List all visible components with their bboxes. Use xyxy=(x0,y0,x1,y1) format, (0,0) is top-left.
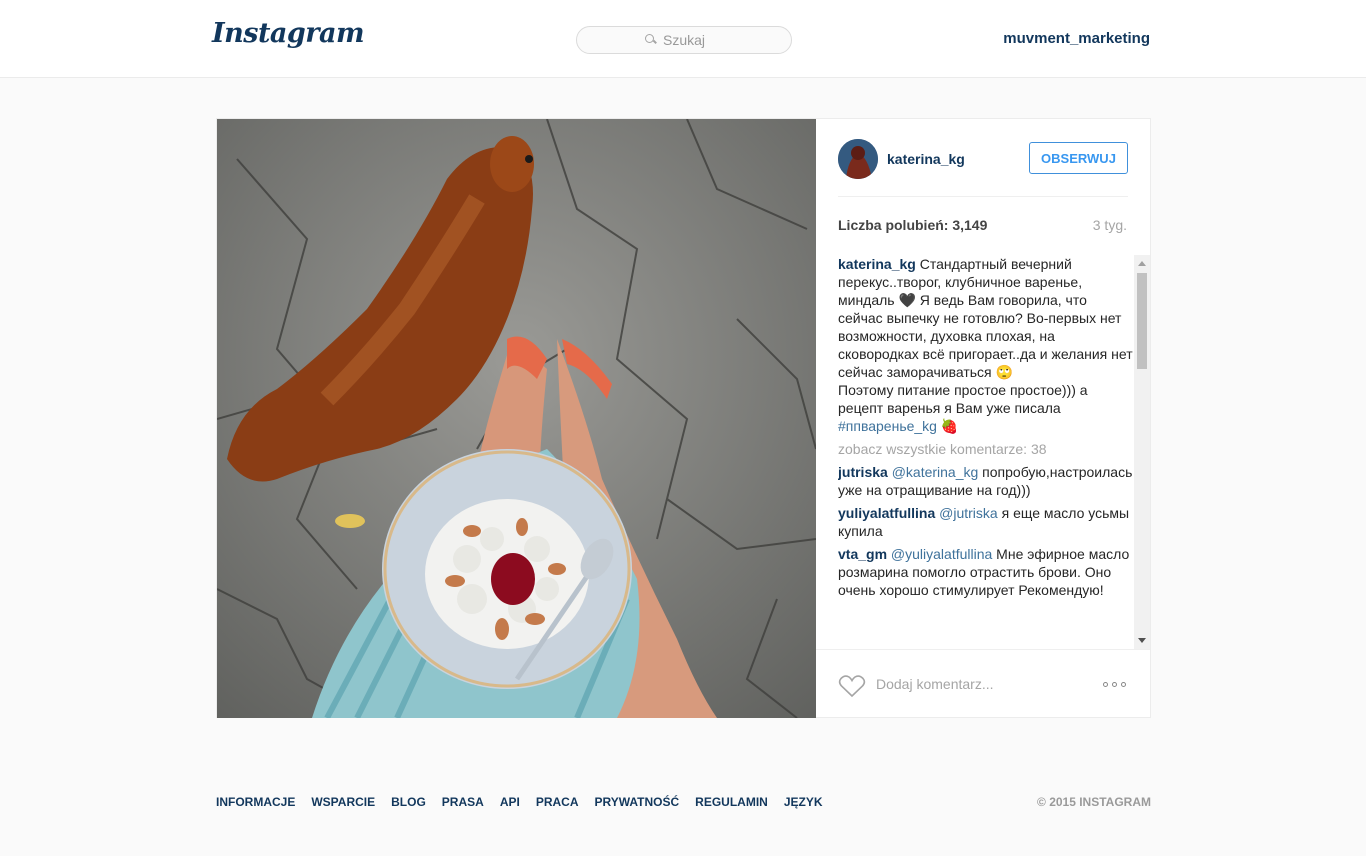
top-bar: Instagram muvment_marketing xyxy=(0,0,1366,78)
footer-link-jezyk[interactable]: JĘZYK xyxy=(784,795,823,809)
scroll-down-icon[interactable] xyxy=(1138,638,1146,643)
heart-icon[interactable] xyxy=(838,674,866,698)
search-input[interactable] xyxy=(663,32,723,48)
add-comment-input[interactable] xyxy=(876,672,1056,696)
owner-username[interactable]: katerina_kg xyxy=(887,151,965,167)
caption-emoji: 🍓 xyxy=(936,418,959,434)
comment-mention[interactable]: @katerina_kg xyxy=(892,464,979,480)
footer-link-regulamin[interactable]: REGULAMIN xyxy=(695,795,768,809)
post-time[interactable]: 3 tyg. xyxy=(1093,217,1127,233)
likes-count[interactable]: Liczba polubień: 3,149 xyxy=(838,217,987,233)
comment-username[interactable]: yuliyalatfullina xyxy=(838,505,935,521)
search-icon xyxy=(645,34,657,46)
footer-link-prasa[interactable]: PRASA xyxy=(442,795,484,809)
copyright: © 2015 INSTAGRAM xyxy=(1037,795,1151,809)
comment-mention[interactable]: @yuliyalatfullina xyxy=(891,546,992,562)
post-owner: katerina_kg OBSERWUJ xyxy=(838,139,1128,197)
view-all-comments-link[interactable]: zobacz wszystkie komentarze: 38 xyxy=(838,440,1134,458)
footer-link-blog[interactable]: BLOG xyxy=(391,795,426,809)
scroll-up-icon[interactable] xyxy=(1138,261,1146,266)
more-options-icon[interactable] xyxy=(1103,682,1126,687)
add-comment-bar xyxy=(816,649,1150,717)
comment-username[interactable]: vta_gm xyxy=(838,546,887,562)
comments-scrollbar[interactable] xyxy=(1134,255,1150,649)
comment-username[interactable]: jutriska xyxy=(838,464,888,480)
search-box[interactable] xyxy=(576,26,792,54)
footer-link-informacje[interactable]: INFORMACJE xyxy=(216,795,295,809)
post-card: katerina_kg OBSERWUJ Liczba polubień: 3,… xyxy=(216,118,1151,718)
footer-link-prywatnosc[interactable]: PRYWATNOŚĆ xyxy=(595,795,680,809)
comment-item: jutriska @katerina_kg попробую,настроила… xyxy=(838,463,1134,499)
caption: katerina_kg Стандартный вечерний перекус… xyxy=(838,255,1134,435)
instagram-logo[interactable]: Instagram xyxy=(212,18,365,49)
footer-nav: INFORMACJE WSPARCIE BLOG PRASA API PRACA… xyxy=(216,795,1151,809)
scrollbar-thumb[interactable] xyxy=(1137,273,1147,369)
comment-mention[interactable]: @jutriska xyxy=(939,505,998,521)
post-photo[interactable] xyxy=(217,119,816,718)
avatar-image-icon xyxy=(838,139,878,179)
comments-list: katerina_kg Стандартный вечерний перекус… xyxy=(838,255,1134,649)
footer-link-praca[interactable]: PRACA xyxy=(536,795,579,809)
caption-text-2: Поэтому питание простое простое))) а рец… xyxy=(838,382,1088,416)
comment-item: vta_gm @yuliyalatfullina Мне эфирное мас… xyxy=(838,545,1134,599)
caption-hashtag[interactable]: #ппваренье_kg xyxy=(838,418,937,434)
avatar[interactable] xyxy=(838,139,878,179)
footer: INFORMACJE WSPARCIE BLOG PRASA API PRACA… xyxy=(216,795,1151,809)
caption-text: Стандартный вечерний перекус..творог, кл… xyxy=(838,256,1133,380)
footer-link-api[interactable]: API xyxy=(500,795,520,809)
photo-dog-plate-icon xyxy=(217,119,816,718)
footer-link-wsparcie[interactable]: WSPARCIE xyxy=(311,795,375,809)
current-user-link[interactable]: muvment_marketing xyxy=(1003,30,1150,47)
caption-username[interactable]: katerina_kg xyxy=(838,256,916,272)
comment-item: yuliyalatfullina @jutriska я еще масло у… xyxy=(838,504,1134,540)
follow-button[interactable]: OBSERWUJ xyxy=(1029,142,1128,174)
